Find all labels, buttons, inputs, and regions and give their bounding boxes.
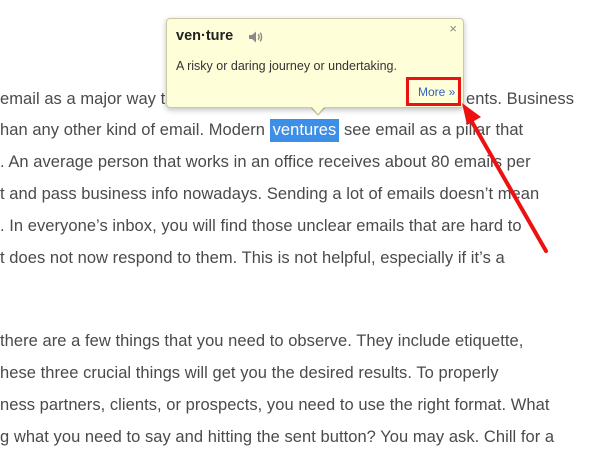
popup-word: ven·ture [176, 28, 234, 44]
article-line: hese three crucial things will get you t… [0, 364, 499, 382]
article-line: . An average person that works in an off… [0, 153, 531, 171]
article-line: g what you need to say and hitting the s… [0, 428, 555, 446]
article-line: ness partners, clients, or prospects, yo… [0, 396, 550, 414]
close-icon[interactable]: × [449, 21, 457, 36]
speaker-icon[interactable] [248, 30, 264, 44]
article-line: . In everyone’s inbox, you will find tho… [0, 217, 522, 235]
popup-definition: A risky or daring journey or undertaking… [176, 59, 397, 73]
annotation-highlight-box [406, 77, 461, 106]
highlighted-word[interactable]: ventures [269, 119, 340, 142]
article-line: there are a few things that you need to … [0, 332, 524, 350]
article-line: t does not now respond to them. This is … [0, 249, 505, 267]
article-line: han any other kind of email. Modern vent… [0, 118, 523, 142]
article-line: ents. Business [466, 90, 575, 108]
article-line: email as a major way to [0, 90, 175, 108]
article-line: t and pass business info nowadays. Sendi… [0, 185, 540, 203]
popup-tail-inner [310, 105, 326, 114]
